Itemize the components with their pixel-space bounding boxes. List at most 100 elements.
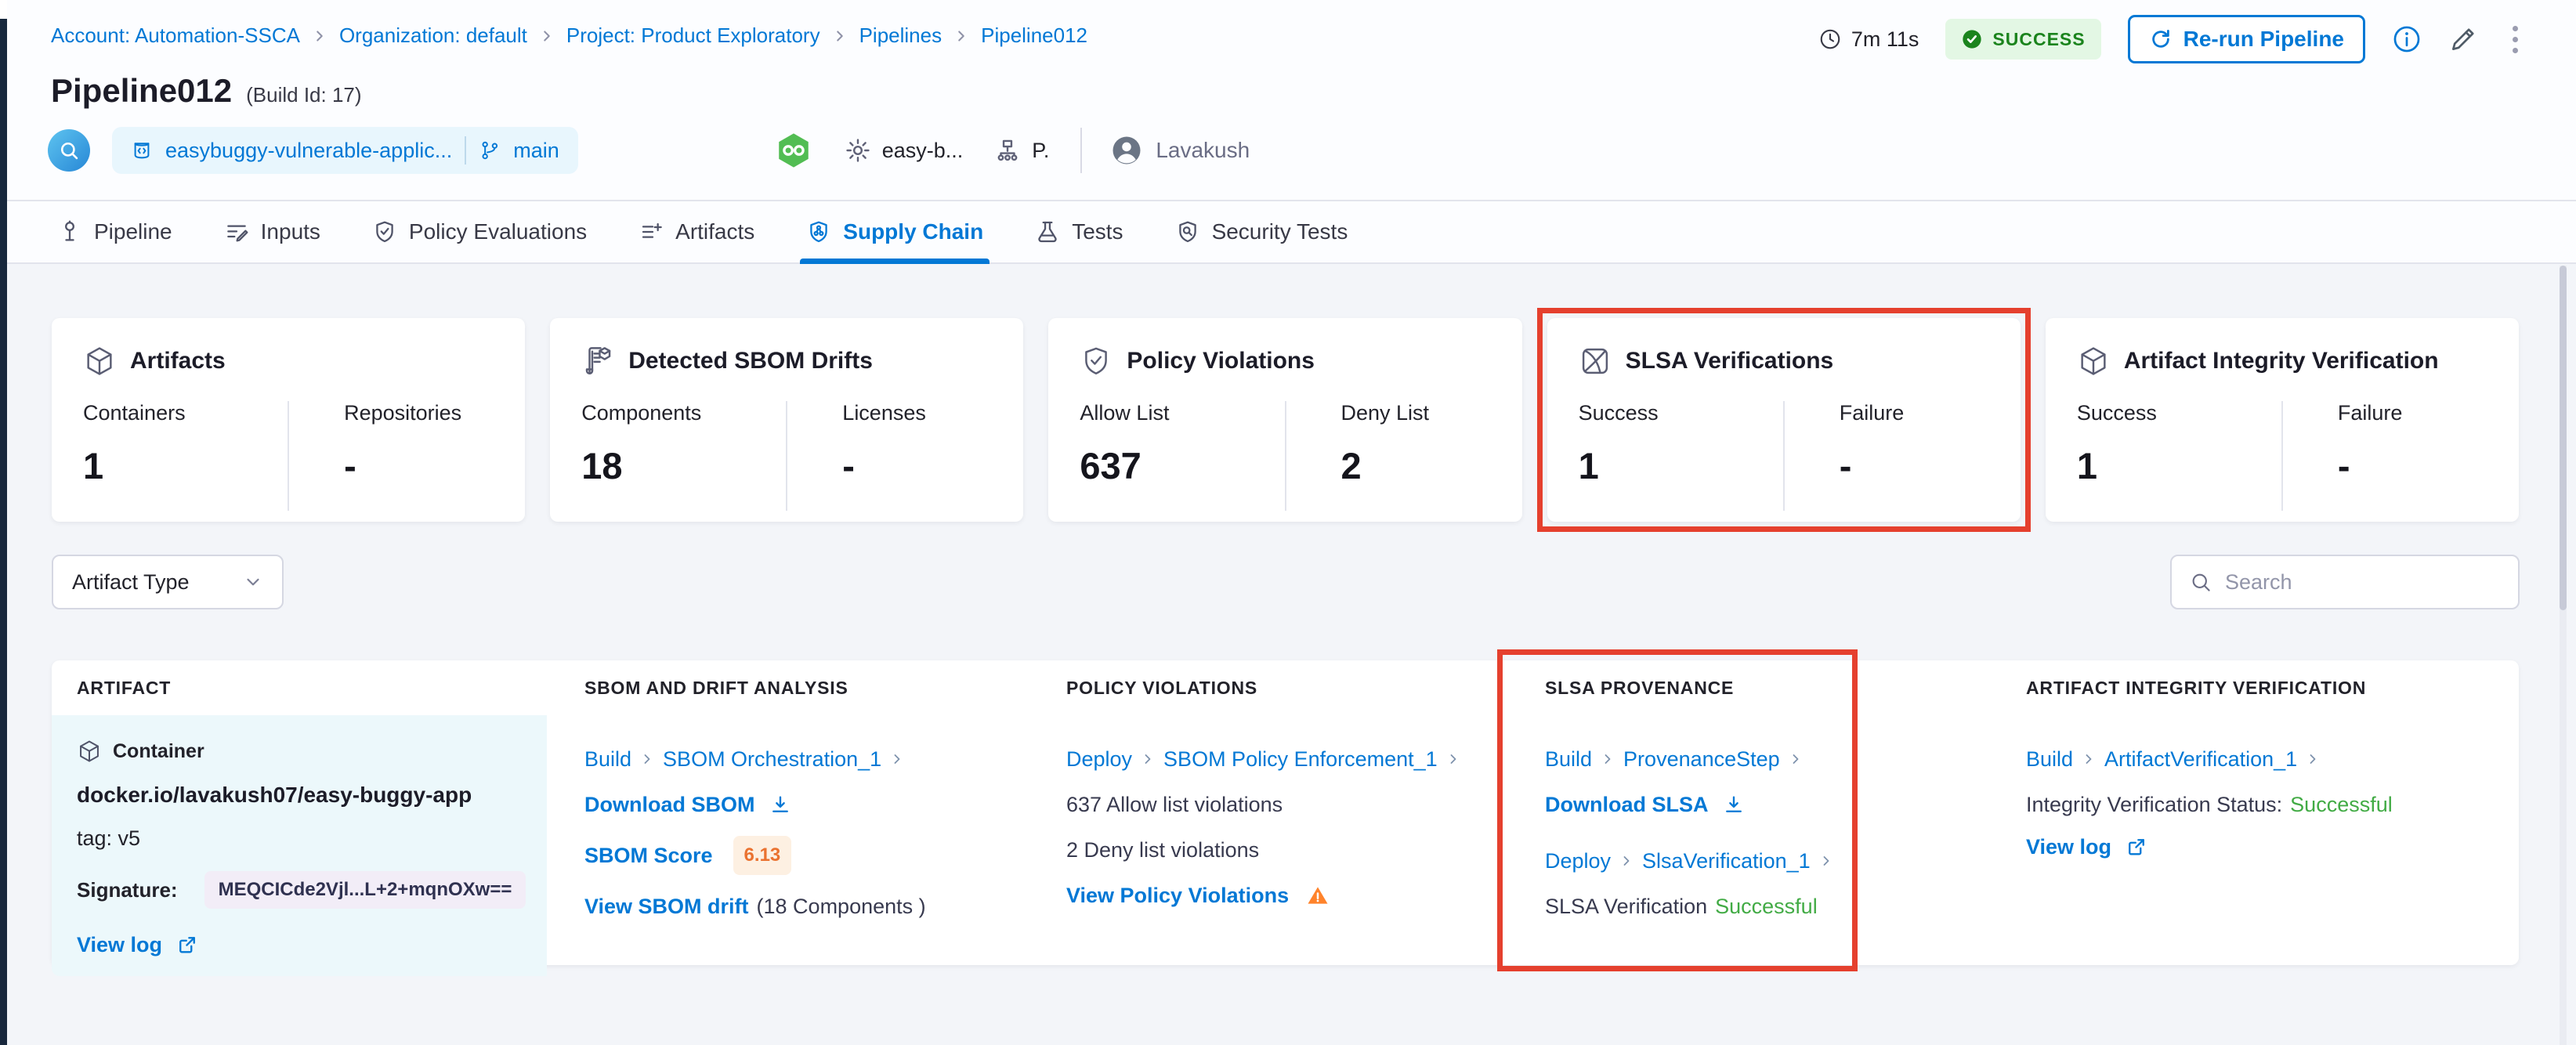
chevron-down-icon — [243, 572, 263, 592]
sbom-step-link[interactable]: SBOM Orchestration_1 — [663, 745, 881, 773]
tab-inputs[interactable]: Inputs — [224, 201, 320, 262]
cube-icon — [83, 345, 116, 378]
slsa-cell: Build ProvenanceStep Download SLSA Deplo… — [1520, 715, 2001, 976]
slsa-stage1-link[interactable]: Build — [1545, 745, 1592, 773]
artifact-cell: Container docker.io/lavakush07/easy-bugg… — [52, 715, 559, 976]
card-title-row: Artifacts — [83, 345, 494, 378]
triggered-by-user: Lavakush — [1110, 134, 1250, 167]
integrity-cell: Build ArtifactVerification_1 Integrity V… — [2001, 715, 2519, 976]
supply-chain-shield-icon — [806, 219, 831, 244]
col-integrity: ARTIFACT INTEGRITY VERIFICATION — [2026, 677, 2367, 698]
trigger-environment: P. — [994, 137, 1049, 164]
artifact-tag: tag: v5 — [77, 826, 141, 850]
tab-policy-evaluations[interactable]: Policy Evaluations — [372, 201, 587, 262]
policy-cell: Deploy SBOM Policy Enforcement_1 637 All… — [1041, 715, 1520, 976]
execution-duration: 7m 11s — [1818, 27, 1919, 52]
slsa-stage2-link[interactable]: Deploy — [1545, 847, 1611, 875]
search-box — [2170, 555, 2520, 609]
shield-check-icon — [372, 219, 397, 244]
signature-row: Signature: MEQCICde2Vjl...L+2+mqnOXw== — [77, 871, 536, 909]
table-row: Container docker.io/lavakush07/easy-bugg… — [52, 715, 2519, 976]
list-plus-icon — [639, 219, 664, 244]
info-icon[interactable] — [2392, 24, 2422, 54]
external-link-icon — [176, 934, 198, 956]
repo-branch-pill[interactable]: easybuggy-vulnerable-applic... main — [112, 127, 578, 174]
execution-meta-row: easybuggy-vulnerable-applic... main easy… — [48, 127, 1250, 174]
slsa-step1-link[interactable]: ProvenanceStep — [1623, 745, 1780, 773]
execution-inspect-icon — [48, 129, 90, 172]
tab-supply-chain[interactable]: Supply Chain — [800, 201, 990, 264]
stat-licenses: Licenses - — [842, 401, 926, 486]
page-header: Account: Automation-SSCA Organization: d… — [7, 0, 2576, 200]
artifact-type-dropdown[interactable]: Artifact Type — [52, 555, 284, 609]
card-title-row: Artifact Integrity Verification — [2077, 345, 2487, 378]
sbom-score-link[interactable]: SBOM Score — [584, 841, 713, 870]
breadcrumb-project[interactable]: Project: Product Exploratory — [566, 24, 820, 48]
signature-value-pill: MEQCICde2Vjl...L+2+mqnOXw== — [204, 871, 526, 909]
search-input[interactable] — [2225, 570, 2501, 595]
top-left-gap — [0, 0, 7, 19]
edit-pipeline-icon[interactable] — [2448, 24, 2478, 54]
trigger-config: easy-b... — [845, 137, 963, 164]
refresh-icon — [2149, 27, 2173, 51]
download-icon — [769, 794, 791, 815]
chevron-right-icon — [953, 27, 970, 45]
execution-tabbar: Pipeline Inputs Policy Evaluations Artif… — [7, 200, 2576, 264]
gear-icon — [845, 137, 871, 164]
tab-artifacts[interactable]: Artifacts — [639, 201, 754, 262]
view-log-link[interactable]: View log — [2026, 833, 2111, 861]
integrity-step-link[interactable]: ArtifactVerification_1 — [2104, 745, 2297, 773]
tab-pipeline[interactable]: Pipeline — [57, 201, 172, 262]
download-sbom-link[interactable]: Download SBOM — [584, 790, 755, 819]
breadcrumb-pipelines[interactable]: Pipelines — [859, 24, 942, 48]
search-icon — [2189, 570, 2212, 594]
tab-security-tests[interactable]: Security Tests — [1175, 201, 1348, 262]
chevron-right-icon — [1788, 751, 1804, 767]
stat-allow-list: Allow List 637 — [1080, 401, 1170, 486]
search-icon — [58, 139, 80, 161]
stat-components: Components 18 — [581, 401, 702, 486]
download-slsa-link[interactable]: Download SLSA — [1545, 790, 1709, 819]
card-artifact-integrity: Artifact Integrity Verification Success … — [2045, 318, 2520, 522]
clock-icon — [1818, 27, 1842, 51]
inputs-icon — [224, 219, 249, 244]
branch-name: main — [513, 138, 559, 162]
cube-icon — [2077, 345, 2110, 378]
view-log-link[interactable]: View log — [77, 931, 162, 959]
trigger-env-label: P. — [1032, 138, 1050, 162]
slsa-step2-link[interactable]: SlsaVerification_1 — [1642, 847, 1811, 875]
breadcrumb-account[interactable]: Account: Automation-SSCA — [51, 24, 300, 48]
chevron-right-icon — [831, 27, 848, 45]
external-link-icon — [2126, 836, 2147, 858]
sbom-score-badge: 6.13 — [733, 836, 792, 875]
policy-stage-link[interactable]: Deploy — [1066, 745, 1132, 773]
sbom-drift-note: (18 Components ) — [756, 895, 926, 918]
chevron-right-icon — [1818, 853, 1834, 869]
chevron-right-icon — [1619, 853, 1634, 869]
scrollbar-thumb[interactable] — [2560, 266, 2567, 610]
breadcrumb-organization[interactable]: Organization: default — [339, 24, 527, 48]
chevron-right-icon — [2305, 751, 2321, 767]
shield-check-icon — [1080, 345, 1113, 378]
stat-slsa-success: Success 1 — [1578, 401, 1659, 486]
stat-integrity-failure: Failure - — [2337, 401, 2403, 486]
flask-icon — [1035, 219, 1060, 244]
chevron-right-icon — [2081, 751, 2097, 767]
chevron-right-icon — [311, 27, 328, 45]
rerun-pipeline-button[interactable]: Re-run Pipeline — [2127, 15, 2365, 63]
left-nav-edge — [0, 19, 7, 1045]
duration-text: 7m 11s — [1851, 27, 1919, 51]
stat-integrity-success: Success 1 — [2076, 401, 2157, 486]
infrastructure-icon — [994, 137, 1021, 164]
breadcrumb-pipeline012[interactable]: Pipeline012 — [981, 24, 1087, 48]
stat-repositories: Repositories - — [344, 401, 462, 486]
tab-tests[interactable]: Tests — [1035, 201, 1123, 262]
policy-step-link[interactable]: SBOM Policy Enforcement_1 — [1163, 745, 1438, 773]
allow-violations: 637 Allow list violations — [1066, 793, 1283, 816]
sbom-stage-link[interactable]: Build — [584, 745, 631, 773]
view-policy-violations-link[interactable]: View Policy Violations — [1066, 881, 1289, 909]
more-options-menu[interactable] — [2505, 23, 2526, 56]
view-sbom-drift-link[interactable]: View SBOM drift — [584, 892, 749, 920]
stat-slsa-failure: Failure - — [1839, 401, 1905, 486]
integrity-stage-link[interactable]: Build — [2026, 745, 2073, 773]
